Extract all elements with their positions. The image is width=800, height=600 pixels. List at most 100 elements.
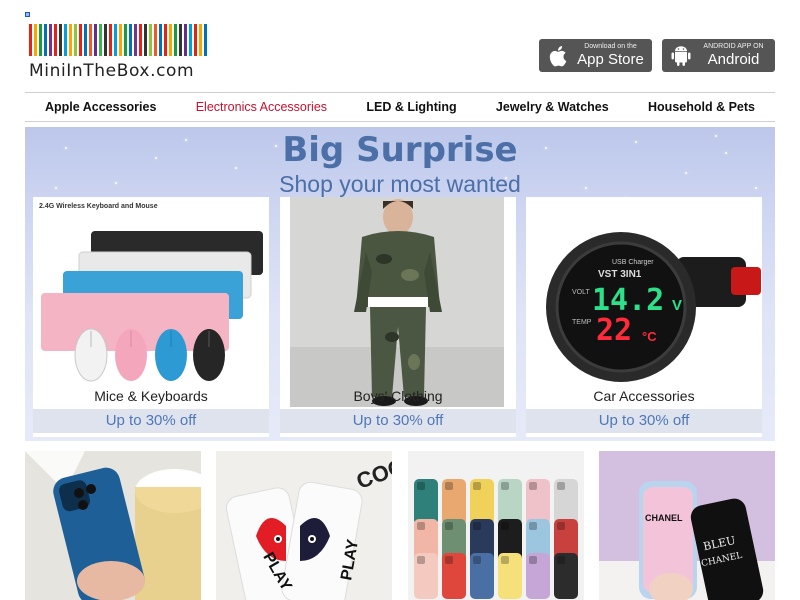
logo-bar xyxy=(124,24,127,56)
case-camera-cutout xyxy=(501,482,509,490)
product-thumb-colorful-cases[interactable] xyxy=(408,451,584,600)
logo-bar xyxy=(39,24,42,56)
card-deal-boys-clothing: Up to 30% off xyxy=(280,409,516,433)
logo-bar xyxy=(169,24,172,56)
product-thumb-blue-iphone-case[interactable] xyxy=(25,451,201,600)
nav-household-pets[interactable]: Household & Pets xyxy=(648,100,755,114)
logo-bar xyxy=(159,24,162,56)
logo-bar xyxy=(54,24,57,56)
promo-card-mice-keyboards[interactable]: 2.4G Wireless Keyboard and Mouse Mice & … xyxy=(33,197,269,437)
logo-text: MiniInTheBox.com xyxy=(29,61,195,81)
case-camera-cutout xyxy=(417,522,425,530)
case-camera-cutout xyxy=(473,482,481,490)
case-camera-cutout xyxy=(417,556,425,564)
logo-bar xyxy=(34,24,37,56)
card-name-boys-clothing: Boys' Clothing xyxy=(353,388,443,404)
logo-bar xyxy=(29,24,32,56)
site-logo[interactable]: MiniInTheBox.com xyxy=(29,24,215,82)
case-camera-cutout xyxy=(501,556,509,564)
logo-bar xyxy=(64,24,67,56)
case-camera-cutout xyxy=(529,522,537,530)
car-charger-image: USB Charger VST 3IN1 VOLT 14.2 V TEMP 22… xyxy=(526,197,762,407)
logo-bar xyxy=(109,24,112,56)
case-camera-cutout xyxy=(501,522,509,530)
charger-volt-label: VOLT xyxy=(572,289,590,296)
charger-label-model: VST 3IN1 xyxy=(598,269,642,280)
charger-temp-value: 22 xyxy=(596,313,633,348)
logo-bar xyxy=(134,24,137,56)
logo-bar xyxy=(199,24,202,56)
promo-banner[interactable]: Big Surprise Shop your most wanted 2.4G … xyxy=(25,127,775,441)
boys-clothing-image xyxy=(280,197,516,407)
card-name-mice-keyboards: Mice & Keyboards xyxy=(94,388,208,404)
banner-subtitle: Shop your most wanted xyxy=(279,171,521,197)
case-camera-cutout xyxy=(473,522,481,530)
logo-bar xyxy=(189,24,192,56)
logo-bar xyxy=(114,24,117,56)
card-deal-mice-keyboards: Up to 30% off xyxy=(33,409,269,433)
product-thumb-chanel-cases[interactable]: CHANEL BLEU CHANEL xyxy=(599,451,775,600)
charger-label-usb: USB Charger xyxy=(612,259,654,266)
logo-bar xyxy=(194,24,197,56)
logo-bar xyxy=(44,24,47,56)
app-store-small-text: Download on the xyxy=(584,43,637,50)
logo-bar xyxy=(144,24,147,56)
logo-bar xyxy=(119,24,122,56)
nav-electronics-accessories[interactable]: Electronics Accessories xyxy=(196,100,327,114)
logo-bar xyxy=(99,24,102,56)
apple-icon xyxy=(547,44,569,68)
case-camera-cutout xyxy=(417,482,425,490)
card-deal-car-accessories: Up to 30% off xyxy=(526,409,762,433)
promo-card-car-accessories[interactable]: USB Charger VST 3IN1 VOLT 14.2 V TEMP 22… xyxy=(526,197,762,437)
logo-bar xyxy=(154,24,157,56)
case-camera-cutout xyxy=(557,522,565,530)
logo-bar xyxy=(139,24,142,56)
case-camera-cutout xyxy=(529,556,537,564)
logo-bar xyxy=(89,24,92,56)
logo-bar xyxy=(149,24,152,56)
case-camera-cutout xyxy=(557,556,565,564)
logo-bar xyxy=(79,24,82,56)
logo-bar xyxy=(179,24,182,56)
charger-volt-unit: V xyxy=(672,297,683,314)
logo-bar xyxy=(69,24,72,56)
case-camera-cutout xyxy=(445,522,453,530)
case-camera-cutout xyxy=(445,556,453,564)
keyboard-image-caption: 2.4G Wireless Keyboard and Mouse xyxy=(39,203,158,210)
logo-bar xyxy=(49,24,52,56)
category-nav: Apple Accessories Electronics Accessorie… xyxy=(25,92,775,122)
logo-bar xyxy=(204,24,207,56)
chanel-text-1: CHANEL xyxy=(645,513,683,523)
logo-bar xyxy=(74,24,77,56)
keyboard-mouse-image: 2.4G Wireless Keyboard and Mouse xyxy=(33,197,269,407)
logo-bar xyxy=(59,24,62,56)
case-camera-cutout xyxy=(445,482,453,490)
logo-bar xyxy=(129,24,132,56)
card-name-car-accessories: Car Accessories xyxy=(593,388,695,404)
charger-temp-label: TEMP xyxy=(572,319,592,326)
logo-barcode xyxy=(29,24,215,56)
logo-bar xyxy=(104,24,107,56)
logo-bar xyxy=(164,24,167,56)
product-thumb-play-iphone-case[interactable]: COO PLAY PLAY xyxy=(216,451,392,600)
android-small-text: ANDROID APP ON xyxy=(703,43,764,50)
app-store-big-text: App Store xyxy=(577,51,644,68)
charger-temp-unit: °C xyxy=(642,329,657,344)
android-icon xyxy=(670,44,692,68)
logo-bar xyxy=(174,24,177,56)
case-camera-cutout xyxy=(529,482,537,490)
selection-indicator xyxy=(25,12,30,17)
nav-apple-accessories[interactable]: Apple Accessories xyxy=(45,100,156,114)
case-camera-cutout xyxy=(473,556,481,564)
nav-led-lighting[interactable]: LED & Lighting xyxy=(366,100,456,114)
android-big-text: Android xyxy=(707,51,760,68)
promo-card-boys-clothing[interactable]: Boys' Clothing Up to 30% off xyxy=(280,197,516,437)
logo-bar xyxy=(184,24,187,56)
nav-jewelry-watches[interactable]: Jewelry & Watches xyxy=(496,100,609,114)
app-store-badge[interactable]: Download on the App Store xyxy=(539,39,652,72)
logo-bar xyxy=(94,24,97,56)
banner-title: Big Surprise xyxy=(282,130,518,170)
case-camera-cutout xyxy=(557,482,565,490)
logo-bar xyxy=(84,24,87,56)
android-badge[interactable]: ANDROID APP ON Android xyxy=(662,39,775,72)
